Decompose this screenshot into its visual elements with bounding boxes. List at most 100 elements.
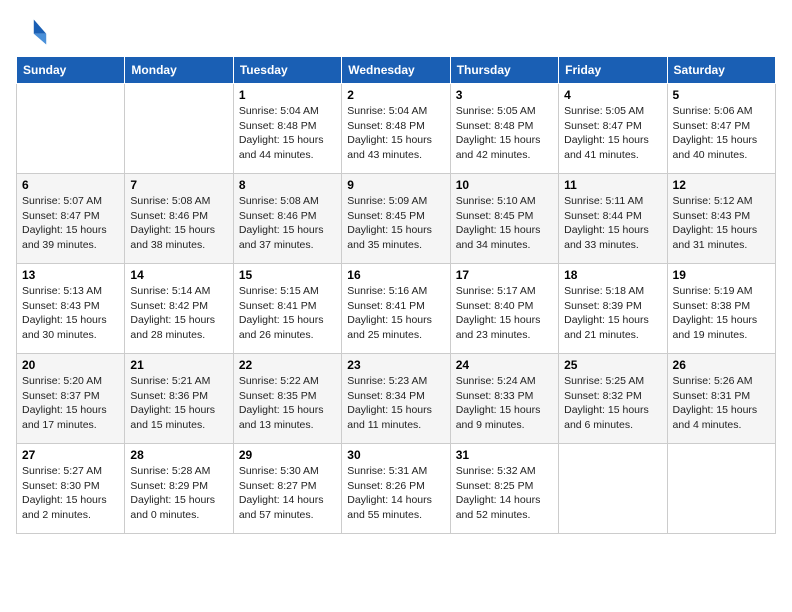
calendar-cell (17, 84, 125, 174)
day-number: 4 (564, 88, 661, 102)
calendar-table: SundayMondayTuesdayWednesdayThursdayFrid… (16, 56, 776, 534)
calendar-week-3: 13 Sunrise: 5:13 AMSunset: 8:43 PMDayligh… (17, 264, 776, 354)
day-info: Sunrise: 5:14 AMSunset: 8:42 PMDaylight:… (130, 284, 227, 343)
day-info: Sunrise: 5:13 AMSunset: 8:43 PMDaylight:… (22, 284, 119, 343)
day-number: 3 (456, 88, 553, 102)
day-number: 7 (130, 178, 227, 192)
day-number: 8 (239, 178, 336, 192)
day-number: 13 (22, 268, 119, 282)
day-number: 27 (22, 448, 119, 462)
day-number: 28 (130, 448, 227, 462)
day-number: 23 (347, 358, 444, 372)
calendar-cell: 10Sunrise: 5:10 AMSunset: 8:45 PMDayligh… (450, 174, 558, 264)
calendar-cell: 18Sunrise: 5:18 AMSunset: 8:39 PMDayligh… (559, 264, 667, 354)
day-number: 19 (673, 268, 770, 282)
day-info: Sunrise: 5:15 AMSunset: 8:41 PMDaylight:… (239, 284, 336, 343)
calendar-cell: 24 Sunrise: 5:24 AMSunset: 8:33 PMDayligh… (450, 354, 558, 444)
day-info: Sunrise: 5:21 AMSunset: 8:36 PMDaylight:… (130, 374, 227, 433)
page-header (16, 16, 776, 48)
calendar-cell: 21 Sunrise: 5:21 AMSunset: 8:36 PMDayligh… (125, 354, 233, 444)
calendar-cell: 23 Sunrise: 5:23 AMSunset: 8:34 PMDayligh… (342, 354, 450, 444)
day-info: Sunrise: 5:04 AMSunset: 8:48 PMDaylight:… (239, 104, 336, 163)
calendar-cell: 25 Sunrise: 5:25 AMSunset: 8:32 PMDayligh… (559, 354, 667, 444)
calendar-cell: 31 Sunrise: 5:32 AMSunset: 8:25 PMDayligh… (450, 444, 558, 534)
logo-icon (16, 16, 48, 48)
calendar-cell: 3Sunrise: 5:05 AMSunset: 8:48 PMDaylight… (450, 84, 558, 174)
day-header-saturday: Saturday (667, 57, 775, 84)
calendar-cell: 17 Sunrise: 5:17 AMSunset: 8:40 PMDayligh… (450, 264, 558, 354)
day-info: Sunrise: 5:09 AMSunset: 8:45 PMDaylight:… (347, 194, 444, 253)
calendar-cell: 12 Sunrise: 5:12 AMSunset: 8:43 PMDayligh… (667, 174, 775, 264)
calendar-header-row: SundayMondayTuesdayWednesdayThursdayFrid… (17, 57, 776, 84)
day-info: Sunrise: 5:24 AMSunset: 8:33 PMDaylight:… (456, 374, 553, 433)
day-number: 17 (456, 268, 553, 282)
calendar-week-4: 20 Sunrise: 5:20 AMSunset: 8:37 PMDayligh… (17, 354, 776, 444)
calendar-cell (559, 444, 667, 534)
calendar-cell: 6 Sunrise: 5:07 AMSunset: 8:47 PMDaylight… (17, 174, 125, 264)
day-info: Sunrise: 5:19 AMSunset: 8:38 PMDaylight:… (673, 284, 770, 343)
calendar-cell: 2Sunrise: 5:04 AMSunset: 8:48 PMDaylight… (342, 84, 450, 174)
calendar-cell: 22Sunrise: 5:22 AMSunset: 8:35 PMDayligh… (233, 354, 341, 444)
day-number: 6 (22, 178, 119, 192)
calendar-cell: 1Sunrise: 5:04 AMSunset: 8:48 PMDaylight… (233, 84, 341, 174)
calendar-cell: 13 Sunrise: 5:13 AMSunset: 8:43 PMDayligh… (17, 264, 125, 354)
day-info: Sunrise: 5:28 AMSunset: 8:29 PMDaylight:… (130, 464, 227, 523)
day-header-friday: Friday (559, 57, 667, 84)
day-number: 21 (130, 358, 227, 372)
calendar-cell: 14Sunrise: 5:14 AMSunset: 8:42 PMDayligh… (125, 264, 233, 354)
day-info: Sunrise: 5:12 AMSunset: 8:43 PMDaylight:… (673, 194, 770, 253)
day-number: 20 (22, 358, 119, 372)
calendar-cell: 8 Sunrise: 5:08 AMSunset: 8:46 PMDaylight… (233, 174, 341, 264)
day-number: 25 (564, 358, 661, 372)
day-number: 10 (456, 178, 553, 192)
calendar-cell: 30 Sunrise: 5:31 AMSunset: 8:26 PMDayligh… (342, 444, 450, 534)
calendar-cell: 11 Sunrise: 5:11 AMSunset: 8:44 PMDayligh… (559, 174, 667, 264)
day-info: Sunrise: 5:31 AMSunset: 8:26 PMDaylight:… (347, 464, 444, 523)
calendar-cell: 19 Sunrise: 5:19 AMSunset: 8:38 PMDayligh… (667, 264, 775, 354)
calendar-week-1: 1Sunrise: 5:04 AMSunset: 8:48 PMDaylight… (17, 84, 776, 174)
day-info: Sunrise: 5:17 AMSunset: 8:40 PMDaylight:… (456, 284, 553, 343)
calendar-cell (125, 84, 233, 174)
calendar-cell: 27 Sunrise: 5:27 AMSunset: 8:30 PMDayligh… (17, 444, 125, 534)
calendar-cell: 7 Sunrise: 5:08 AMSunset: 8:46 PMDaylight… (125, 174, 233, 264)
day-info: Sunrise: 5:32 AMSunset: 8:25 PMDaylight:… (456, 464, 553, 523)
day-info: Sunrise: 5:08 AMSunset: 8:46 PMDaylight:… (130, 194, 227, 253)
calendar-week-2: 6 Sunrise: 5:07 AMSunset: 8:47 PMDaylight… (17, 174, 776, 264)
day-number: 24 (456, 358, 553, 372)
day-info: Sunrise: 5:30 AMSunset: 8:27 PMDaylight:… (239, 464, 336, 523)
day-number: 9 (347, 178, 444, 192)
day-info: Sunrise: 5:25 AMSunset: 8:32 PMDaylight:… (564, 374, 661, 433)
calendar-cell: 20 Sunrise: 5:20 AMSunset: 8:37 PMDayligh… (17, 354, 125, 444)
day-number: 22 (239, 358, 336, 372)
day-info: Sunrise: 5:06 AMSunset: 8:47 PMDaylight:… (673, 104, 770, 163)
calendar-cell: 28 Sunrise: 5:28 AMSunset: 8:29 PMDayligh… (125, 444, 233, 534)
day-info: Sunrise: 5:05 AMSunset: 8:47 PMDaylight:… (564, 104, 661, 163)
day-info: Sunrise: 5:07 AMSunset: 8:47 PMDaylight:… (22, 194, 119, 253)
day-info: Sunrise: 5:16 AMSunset: 8:41 PMDaylight:… (347, 284, 444, 343)
day-number: 26 (673, 358, 770, 372)
calendar-cell: 4 Sunrise: 5:05 AMSunset: 8:47 PMDaylight… (559, 84, 667, 174)
day-number: 11 (564, 178, 661, 192)
day-header-wednesday: Wednesday (342, 57, 450, 84)
calendar-cell: 9 Sunrise: 5:09 AMSunset: 8:45 PMDaylight… (342, 174, 450, 264)
day-number: 12 (673, 178, 770, 192)
calendar-cell (667, 444, 775, 534)
day-info: Sunrise: 5:23 AMSunset: 8:34 PMDaylight:… (347, 374, 444, 433)
calendar-week-5: 27 Sunrise: 5:27 AMSunset: 8:30 PMDayligh… (17, 444, 776, 534)
day-number: 30 (347, 448, 444, 462)
calendar-cell: 15Sunrise: 5:15 AMSunset: 8:41 PMDayligh… (233, 264, 341, 354)
day-number: 16 (347, 268, 444, 282)
day-number: 29 (239, 448, 336, 462)
day-info: Sunrise: 5:26 AMSunset: 8:31 PMDaylight:… (673, 374, 770, 433)
logo (16, 16, 52, 48)
day-number: 31 (456, 448, 553, 462)
day-info: Sunrise: 5:08 AMSunset: 8:46 PMDaylight:… (239, 194, 336, 253)
day-header-sunday: Sunday (17, 57, 125, 84)
day-header-thursday: Thursday (450, 57, 558, 84)
day-info: Sunrise: 5:20 AMSunset: 8:37 PMDaylight:… (22, 374, 119, 433)
calendar-cell: 5 Sunrise: 5:06 AMSunset: 8:47 PMDaylight… (667, 84, 775, 174)
day-info: Sunrise: 5:27 AMSunset: 8:30 PMDaylight:… (22, 464, 119, 523)
calendar-cell: 29 Sunrise: 5:30 AMSunset: 8:27 PMDayligh… (233, 444, 341, 534)
day-number: 5 (673, 88, 770, 102)
day-info: Sunrise: 5:11 AMSunset: 8:44 PMDaylight:… (564, 194, 661, 253)
